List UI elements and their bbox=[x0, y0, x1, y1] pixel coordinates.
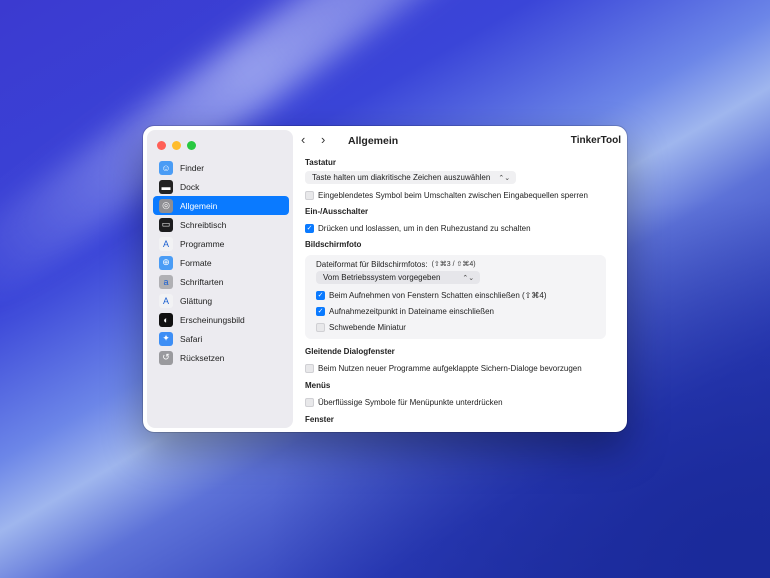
format-label-row: Dateiformat für Bildschirmfotos: (⇧⌘3 / … bbox=[316, 257, 596, 271]
sidebar-item-desktop[interactable]: ▭ Schreibtisch bbox=[153, 215, 289, 234]
checkbox-unchecked[interactable] bbox=[305, 397, 314, 407]
section-title-power: Ein-/Ausschalter bbox=[305, 207, 369, 216]
sidebar-item-dock[interactable]: ▬ Dock bbox=[153, 177, 289, 196]
appearance-icon: ◐ bbox=[159, 312, 173, 327]
floating-thumbnail-option[interactable]: Schwebende Miniatur bbox=[316, 319, 596, 335]
page-title: Allgemein bbox=[348, 135, 399, 147]
fonts-icon: a bbox=[159, 274, 173, 289]
sidebar-item-label: Programme bbox=[180, 238, 225, 249]
window-shadow-option[interactable]: ✓ Beim Aufnehmen von Fenstern Schatten e… bbox=[316, 287, 596, 303]
checkbox-unchecked[interactable] bbox=[305, 190, 314, 200]
suppress-menu-icons-option[interactable]: Überflüssige Symbole für Menüpunkte unte… bbox=[305, 394, 607, 410]
reset-icon: ↺ bbox=[159, 350, 173, 365]
sidebar-item-smoothing[interactable]: A Glättung bbox=[153, 291, 289, 310]
checkbox-unchecked[interactable] bbox=[316, 322, 325, 332]
sidebar-item-formats[interactable]: ⊕ Formate bbox=[153, 253, 289, 272]
chevron-updown-icon: ⌃⌄ bbox=[498, 174, 511, 182]
formats-icon: ⊕ bbox=[159, 255, 173, 270]
section-title-keyboard: Tastatur bbox=[305, 158, 336, 167]
forward-button[interactable]: › bbox=[321, 133, 325, 146]
screenshot-group: Dateiformat für Bildschirmfotos: (⇧⌘3 / … bbox=[305, 255, 606, 339]
settings-content: Tastatur Taste halten um diakritische Ze… bbox=[305, 156, 607, 432]
close-button[interactable] bbox=[157, 141, 166, 150]
sidebar-item-appearance[interactable]: ◐ Erscheinungsbild bbox=[153, 310, 289, 329]
checkbox-checked[interactable]: ✓ bbox=[316, 306, 325, 316]
tinkertool-window: ☺ Finder ▬ Dock ◎ Allgemein ▭ Schreibtisch A Prog… bbox=[143, 126, 627, 432]
sidebar-item-label: Glättung bbox=[180, 295, 213, 306]
sidebar-item-label: Schriftarten bbox=[180, 276, 224, 287]
chevron-updown-icon: ⌃⌄ bbox=[462, 274, 475, 282]
sidebar-item-label: Finder bbox=[180, 162, 205, 173]
format-label: Dateiformat für Bildschirmfotos: bbox=[316, 259, 428, 269]
expanded-save-dialog-option[interactable]: Beim Nutzen neuer Programme aufgeklappte… bbox=[305, 360, 607, 376]
option-label: Schwebende Miniatur bbox=[329, 322, 406, 332]
sidebar-item-general[interactable]: ◎ Allgemein bbox=[153, 196, 289, 215]
app-name: TinkerTool bbox=[570, 135, 621, 146]
checkbox-checked[interactable]: ✓ bbox=[316, 290, 325, 300]
sidebar-nav: ☺ Finder ▬ Dock ◎ Allgemein ▭ Schreibtisch A Prog… bbox=[153, 158, 289, 367]
accent-popup-value: Taste halten um diakritische Zeichen aus… bbox=[312, 173, 491, 182]
checkbox-unchecked[interactable] bbox=[305, 363, 314, 373]
timestamp-filename-option[interactable]: ✓ Aufnahmezeitpunkt in Dateiname einschl… bbox=[316, 303, 596, 319]
desktop-icon: ▭ bbox=[159, 217, 173, 232]
accent-popup-select[interactable]: Taste halten um diakritische Zeichen aus… bbox=[305, 171, 517, 184]
format-shortcut: (⇧⌘3 / ⇧⌘4) bbox=[431, 261, 476, 268]
applications-icon: A bbox=[159, 236, 173, 251]
option-label: Beim Nutzen neuer Programme aufgeklappte… bbox=[318, 363, 582, 373]
window-controls bbox=[157, 141, 196, 150]
checkbox-checked[interactable]: ✓ bbox=[305, 223, 314, 233]
section-title-screenshot: Bildschirmfoto bbox=[305, 240, 362, 249]
option-label: Drücken und loslassen, um in den Ruhezus… bbox=[318, 223, 531, 233]
sidebar-item-safari[interactable]: ✦ Safari bbox=[153, 329, 289, 348]
section-title-menus: Menüs bbox=[305, 381, 331, 390]
sidebar-item-label: Schreibtisch bbox=[180, 219, 227, 230]
option-label: Überflüssige Symbole für Menüpunkte unte… bbox=[318, 397, 503, 407]
zoom-button[interactable] bbox=[187, 141, 196, 150]
safari-icon: ✦ bbox=[159, 331, 173, 346]
general-icon: ◎ bbox=[159, 198, 173, 213]
sidebar-item-reset[interactable]: ↺ Rücksetzen bbox=[153, 348, 289, 367]
section-title-dialogs: Gleitende Dialogfenster bbox=[305, 347, 395, 356]
option-label: Beim Aufnehmen von Fenstern Schatten ein… bbox=[329, 290, 547, 300]
back-button[interactable]: ‹ bbox=[301, 133, 305, 146]
sidebar: ☺ Finder ▬ Dock ◎ Allgemein ▭ Schreibtisch A Prog… bbox=[147, 130, 293, 428]
section-title-windows: Fenster bbox=[305, 415, 334, 424]
sidebar-item-label: Formate bbox=[180, 257, 212, 268]
toolbar: ‹ › Allgemein TinkerTool bbox=[293, 126, 627, 156]
option-label: Eingeblendetes Symbol beim Umschalten zw… bbox=[318, 190, 588, 200]
sidebar-item-label: Erscheinungsbild bbox=[180, 314, 245, 325]
dock-icon: ▬ bbox=[159, 179, 173, 194]
press-release-sleep-option[interactable]: ✓ Drücken und loslassen, um in den Ruhez… bbox=[305, 220, 607, 236]
sidebar-item-label: Dock bbox=[180, 181, 200, 192]
finder-icon: ☺ bbox=[159, 160, 173, 175]
sidebar-item-fonts[interactable]: a Schriftarten bbox=[153, 272, 289, 291]
sidebar-item-applications[interactable]: A Programme bbox=[153, 234, 289, 253]
sidebar-item-label: Safari bbox=[180, 333, 203, 344]
sidebar-item-finder[interactable]: ☺ Finder bbox=[153, 158, 289, 177]
lock-input-symbol-option[interactable]: Eingeblendetes Symbol beim Umschalten zw… bbox=[305, 187, 607, 203]
format-select-value: Vom Betriebssystem vorgegeben bbox=[323, 273, 441, 282]
format-select[interactable]: Vom Betriebssystem vorgegeben ⌃⌄ bbox=[316, 271, 481, 284]
smoothing-icon: A bbox=[159, 293, 173, 308]
option-label: Aufnahmezeitpunkt in Dateiname einschlie… bbox=[329, 306, 494, 316]
minimize-button[interactable] bbox=[172, 141, 181, 150]
sidebar-item-label: Allgemein bbox=[180, 200, 218, 211]
sidebar-item-label: Rücksetzen bbox=[180, 352, 225, 363]
